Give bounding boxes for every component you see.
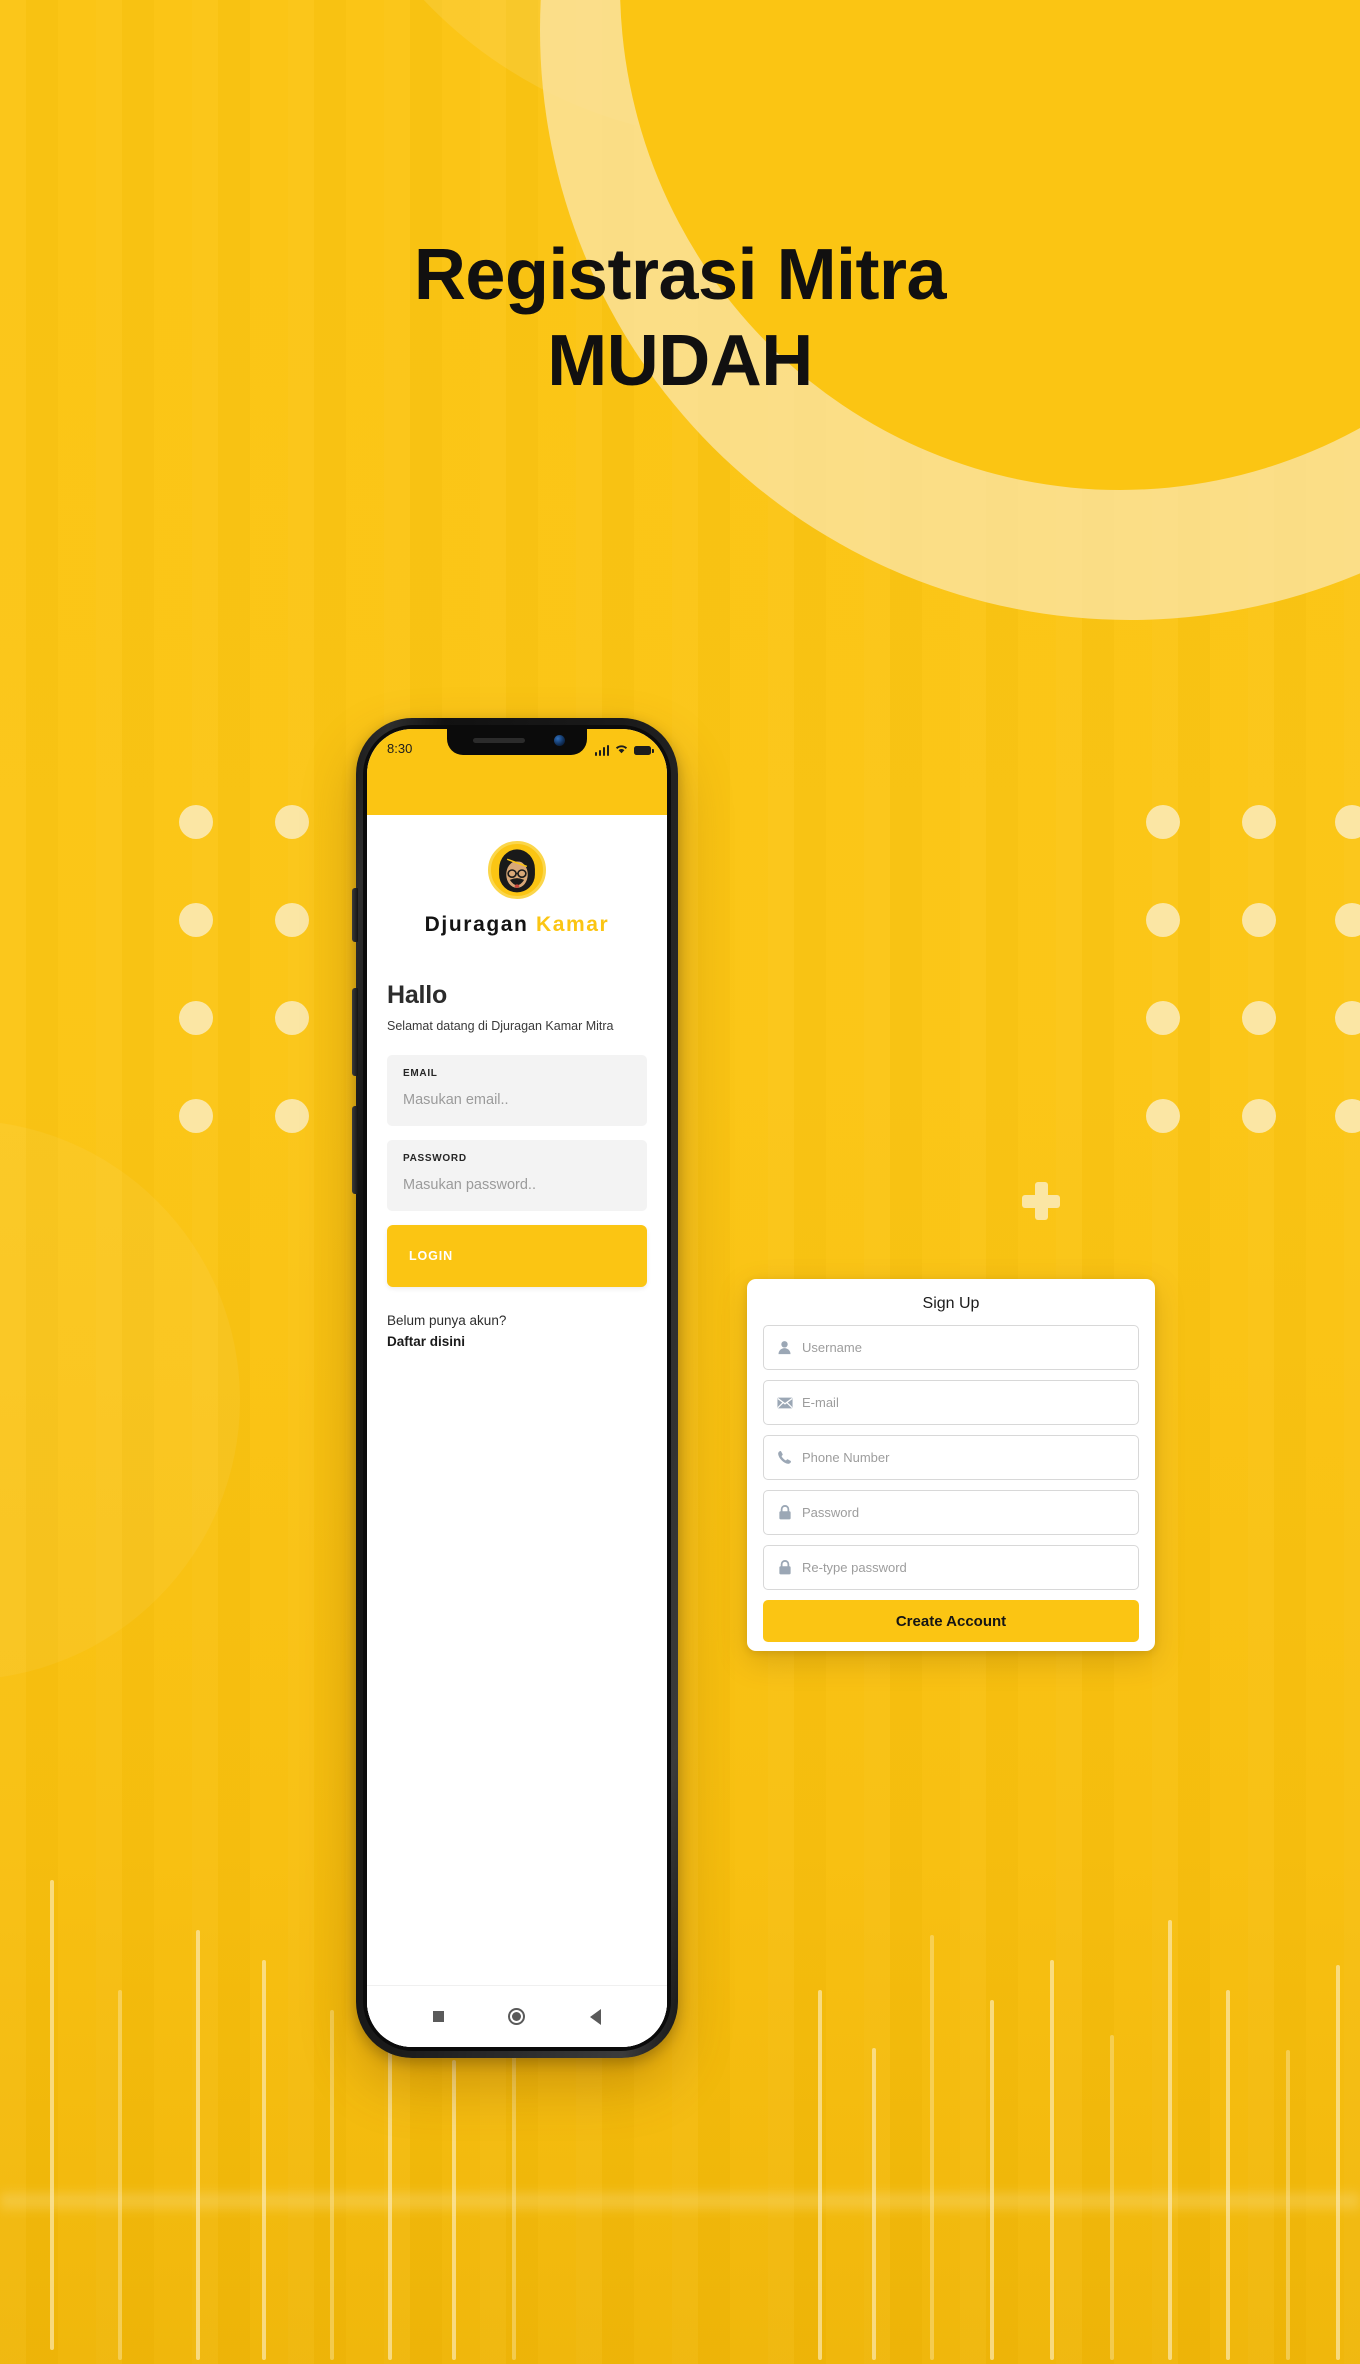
lock-icon [776,1504,793,1521]
phone-mockup: 8:30 Djuragan Kamar Hallo Selamat datang… [352,718,678,2058]
username-input-placeholder: Username [802,1340,862,1355]
phone-input-placeholder: Phone Number [802,1450,890,1465]
headline-line-1: Registrasi Mitra [413,235,947,315]
battery-icon [634,745,654,755]
email-input-placeholder: E-mail [802,1395,839,1410]
login-form: EMAIL Masukan email.. PASSWORD Masukan p… [367,1055,667,1211]
retype-password-input[interactable]: Re-type password [763,1545,1139,1590]
page-title: Registrasi Mitra MUDAH [0,232,1360,404]
earpiece-speaker [473,738,525,743]
greeting-section: Hallo Selamat datang di Djuragan Kamar M… [367,937,667,1033]
app-content: Djuragan Kamar Hallo Selamat datang di D… [367,815,667,2047]
logo-text-primary: Djuragan [424,913,529,936]
email-input[interactable]: E-mail [763,1380,1139,1425]
app-logo-text: Djuragan Kamar [367,913,667,937]
signup-card: Sign Up Username E-mail Phone Number Pas… [747,1279,1155,1651]
phone-screen: 8:30 Djuragan Kamar Hallo Selamat datang… [367,729,667,2047]
greeting-subtitle: Selamat datang di Djuragan Kamar Mitra [387,1019,614,1033]
signup-prompt-link[interactable]: Daftar disini [387,1334,647,1349]
signup-card-title: Sign Up [922,1295,980,1312]
password-input-placeholder: Password [802,1505,860,1520]
phone-icon [776,1449,793,1466]
envelope-icon [776,1394,793,1411]
phone-side-button-1[interactable] [352,888,358,942]
headline-line-2: MUDAH [547,321,813,401]
email-field[interactable]: EMAIL Masukan email.. [387,1055,647,1126]
email-field-label: EMAIL [403,1068,438,1079]
login-button[interactable]: LOGIN [387,1225,647,1287]
email-field-placeholder: Masukan email.. [403,1092,509,1108]
greeting-title: Hallo [387,981,448,1009]
retype-password-input-placeholder: Re-type password [802,1560,907,1575]
status-bar: 8:30 [367,729,667,815]
background-glow-band [0,2188,1360,2214]
password-field-placeholder: Masukan password.. [403,1177,536,1193]
status-bar-time: 8:30 [387,741,413,756]
phone-input[interactable]: Phone Number [763,1435,1139,1480]
signup-prompt: Belum punya akun? Daftar disini [367,1287,667,1349]
djuragan-avatar-icon [488,841,546,899]
username-input[interactable]: Username [763,1325,1139,1370]
plus-decoration-icon [1022,1182,1060,1220]
create-account-button[interactable]: Create Account [763,1600,1139,1642]
phone-side-button-3[interactable] [352,1106,358,1194]
circle-home-icon[interactable] [508,2008,526,2025]
password-field-label: PASSWORD [403,1153,467,1164]
front-camera-icon [554,735,565,746]
status-bar-icons [594,741,654,759]
android-navigation-bar [367,1985,667,2047]
logo-text-accent: Kamar [535,913,610,936]
signal-bars-icon [594,744,609,756]
signup-prompt-question: Belum punya akun? [387,1313,507,1328]
triangle-back-icon[interactable] [589,2008,601,2025]
square-recents-icon[interactable] [433,2011,445,2022]
phone-notch [447,729,587,755]
wifi-icon [614,741,629,759]
app-logo: Djuragan Kamar [367,815,667,937]
password-input[interactable]: Password [763,1490,1139,1535]
lock-icon [776,1559,793,1576]
person-icon [776,1339,793,1356]
password-field[interactable]: PASSWORD Masukan password.. [387,1140,647,1211]
phone-side-button-2[interactable] [352,988,358,1076]
